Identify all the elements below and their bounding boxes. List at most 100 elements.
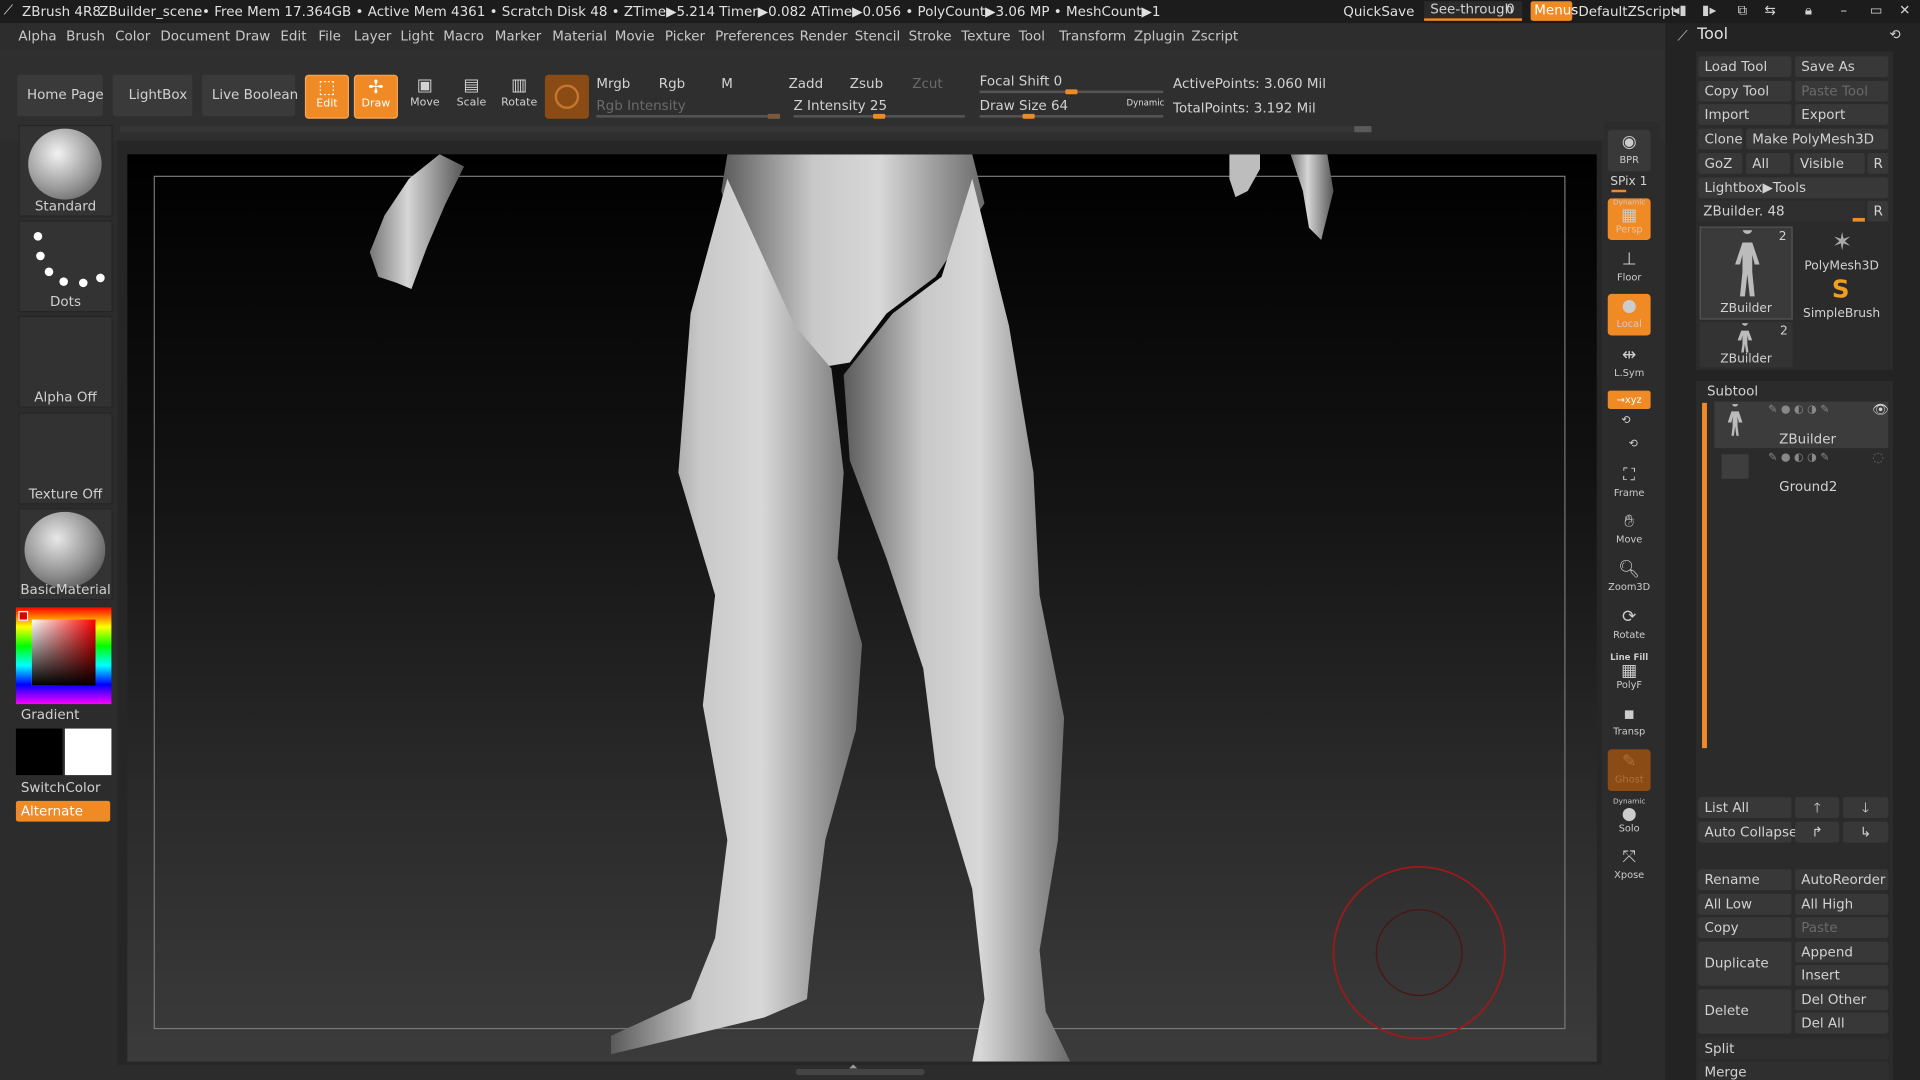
- menu-color[interactable]: Color: [115, 28, 150, 44]
- dynamic-toggle[interactable]: Dynamic: [1127, 98, 1165, 108]
- default-zscript-button[interactable]: DefaultZScript: [1578, 4, 1676, 20]
- lsym-button[interactable]: ⇹ L.Sym: [1608, 343, 1651, 385]
- lightbox-button[interactable]: LightBox: [112, 74, 193, 117]
- make-polymesh-button[interactable]: Make PolyMesh3D: [1746, 128, 1889, 150]
- auto-collapse-button[interactable]: Auto Collapse: [1698, 821, 1797, 843]
- goz-button[interactable]: GoZ: [1698, 153, 1743, 174]
- rotate-button[interactable]: ▥ Rotate: [498, 75, 540, 119]
- transp-button[interactable]: ▪ Transp: [1608, 702, 1651, 744]
- rename-button[interactable]: Rename: [1698, 869, 1792, 891]
- duplicate-button[interactable]: Duplicate: [1698, 941, 1792, 986]
- tool-thumb-polymesh3d[interactable]: ✶ PolyMesh3D: [1795, 227, 1888, 274]
- zadd-button[interactable]: Zadd: [789, 76, 824, 92]
- menu-picker[interactable]: Picker: [665, 28, 705, 44]
- alpha-picker[interactable]: Alpha Off: [18, 315, 113, 408]
- current-tool-r-button[interactable]: R: [1867, 200, 1889, 222]
- subtool-brush-icon[interactable]: ✎ ● ◐ ◑ ✎: [1768, 404, 1829, 416]
- viewport-3d[interactable]: [127, 154, 1597, 1062]
- arrow-right-icon[interactable]: ↱: [1795, 821, 1840, 843]
- menu-alpha[interactable]: Alpha: [18, 28, 56, 44]
- material-picker[interactable]: BasicMaterial: [18, 508, 113, 601]
- menus-button[interactable]: Menus: [1530, 1, 1578, 21]
- rgb-button[interactable]: Rgb: [659, 76, 685, 92]
- paste-subtool-button[interactable]: Paste: [1795, 917, 1889, 938]
- mrgb-button[interactable]: Mrgb: [596, 76, 630, 92]
- arrow-down-right-icon[interactable]: ↳: [1842, 821, 1889, 843]
- subtool-item-ground2[interactable]: ✎ ● ◐ ◑ ✎ ◌ Ground2: [1714, 449, 1888, 496]
- subtool-item-zbuilder[interactable]: ✎ ● ◐ ◑ ✎ 👁︎ ZBuilder: [1714, 401, 1889, 449]
- polyf-button[interactable]: Line Fill ▦ PolyF: [1608, 653, 1651, 695]
- switchcolor-button[interactable]: SwitchColor: [21, 780, 101, 796]
- secondary-color-swatch[interactable]: [15, 728, 63, 776]
- all-high-button[interactable]: All High: [1795, 893, 1889, 915]
- menu-stencil[interactable]: Stencil: [855, 28, 901, 44]
- subtool-title[interactable]: Subtool: [1707, 383, 1758, 399]
- y-axis-icon[interactable]: ⟲: [1621, 415, 1630, 427]
- bottom-tray-handle[interactable]: ⏶: [795, 1062, 925, 1076]
- focal-shift-slider[interactable]: [979, 89, 1164, 95]
- subtool-brush-icon[interactable]: ✎ ● ◐ ◑ ✎: [1768, 452, 1829, 464]
- scale-button[interactable]: ▤ Scale: [451, 75, 493, 119]
- zcut-button[interactable]: Zcut: [912, 76, 942, 92]
- split-section[interactable]: Split: [1698, 1038, 1889, 1060]
- menu-file[interactable]: File: [318, 28, 341, 44]
- autoreorder-button[interactable]: AutoReorder: [1795, 869, 1889, 891]
- ghost-button[interactable]: ✎ Ghost: [1607, 749, 1651, 792]
- menu-layer[interactable]: Layer: [354, 28, 392, 44]
- move-down-icon[interactable]: 🡓: [1842, 797, 1889, 818]
- menu-render[interactable]: Render: [800, 28, 848, 44]
- rotate-view-button[interactable]: ⟳ Rotate: [1608, 605, 1651, 647]
- visibility-eye-icon[interactable]: ◌: [1872, 449, 1884, 465]
- m-button[interactable]: M: [721, 76, 733, 92]
- menu-brush[interactable]: Brush: [66, 28, 105, 44]
- move-up-icon[interactable]: 🡑: [1795, 797, 1840, 818]
- minimize-icon[interactable]: –: [1840, 2, 1847, 18]
- merge-section[interactable]: Merge: [1698, 1061, 1889, 1080]
- goz-r-button[interactable]: R: [1867, 153, 1889, 174]
- menu-marker[interactable]: Marker: [495, 28, 542, 44]
- menu-zplugin[interactable]: Zplugin: [1134, 28, 1185, 44]
- layout-swap-icon[interactable]: ⇆: [1764, 2, 1775, 18]
- lock-icon[interactable]: 🔒︎: [1805, 2, 1812, 19]
- see-through-slider[interactable]: See-through 0: [1424, 1, 1523, 21]
- xyz-button[interactable]: →xyz: [1607, 390, 1651, 409]
- all-low-button[interactable]: All Low: [1698, 893, 1792, 915]
- color-picker[interactable]: [15, 607, 112, 705]
- del-other-button[interactable]: Del Other: [1795, 989, 1889, 1011]
- paste-tool-button[interactable]: Paste Tool: [1795, 80, 1889, 102]
- menu-movie[interactable]: Movie: [615, 28, 655, 44]
- texture-picker[interactable]: Texture Off: [18, 412, 113, 505]
- rgb-intensity-slider[interactable]: [596, 113, 781, 119]
- menu-preferences[interactable]: Preferences: [715, 28, 794, 44]
- goz-visible-button[interactable]: Visible: [1793, 153, 1865, 174]
- material-preview-button[interactable]: [544, 74, 589, 119]
- xpose-button[interactable]: ⤧ Xpose: [1608, 845, 1651, 887]
- persp-button[interactable]: Dynamic ▦ Persp: [1607, 198, 1651, 241]
- edit-button[interactable]: ⬚ Edit: [304, 74, 349, 119]
- restore-icon[interactable]: ▭: [1870, 2, 1883, 18]
- list-all-button[interactable]: List All: [1698, 797, 1792, 818]
- save-as-button[interactable]: Save As: [1795, 56, 1889, 78]
- export-button[interactable]: Export: [1795, 104, 1889, 125]
- live-boolean-button[interactable]: Live Boolean: [202, 74, 298, 117]
- delete-button[interactable]: Delete: [1698, 989, 1792, 1034]
- move-view-button[interactable]: ✋︎ Move: [1608, 509, 1651, 551]
- primary-color-swatch[interactable]: [64, 728, 112, 776]
- stroke-picker[interactable]: Dots: [18, 220, 113, 313]
- del-all-button[interactable]: Del All: [1795, 1012, 1889, 1034]
- layout-icon[interactable]: ⧉: [1738, 2, 1748, 19]
- copy-tool-button[interactable]: Copy Tool: [1698, 80, 1792, 102]
- zsub-button[interactable]: Zsub: [850, 76, 883, 92]
- menu-stroke[interactable]: Stroke: [909, 28, 952, 44]
- load-tool-button[interactable]: Load Tool: [1698, 56, 1792, 78]
- menu-texture[interactable]: Texture: [961, 28, 1010, 44]
- menu-zscript[interactable]: Zscript: [1191, 28, 1238, 44]
- spacing-left-icon[interactable]: ◂▮: [1673, 2, 1687, 18]
- import-button[interactable]: Import: [1698, 104, 1792, 125]
- menu-edit[interactable]: Edit: [280, 28, 306, 44]
- menu-tool[interactable]: Tool: [1019, 28, 1045, 44]
- z-intensity-slider[interactable]: [793, 113, 965, 119]
- lightbox-tools-button[interactable]: Lightbox▶Tools: [1698, 177, 1889, 199]
- z-axis-icon[interactable]: ⟲: [1629, 438, 1638, 450]
- spacing-right-icon[interactable]: ▮▸: [1702, 2, 1716, 18]
